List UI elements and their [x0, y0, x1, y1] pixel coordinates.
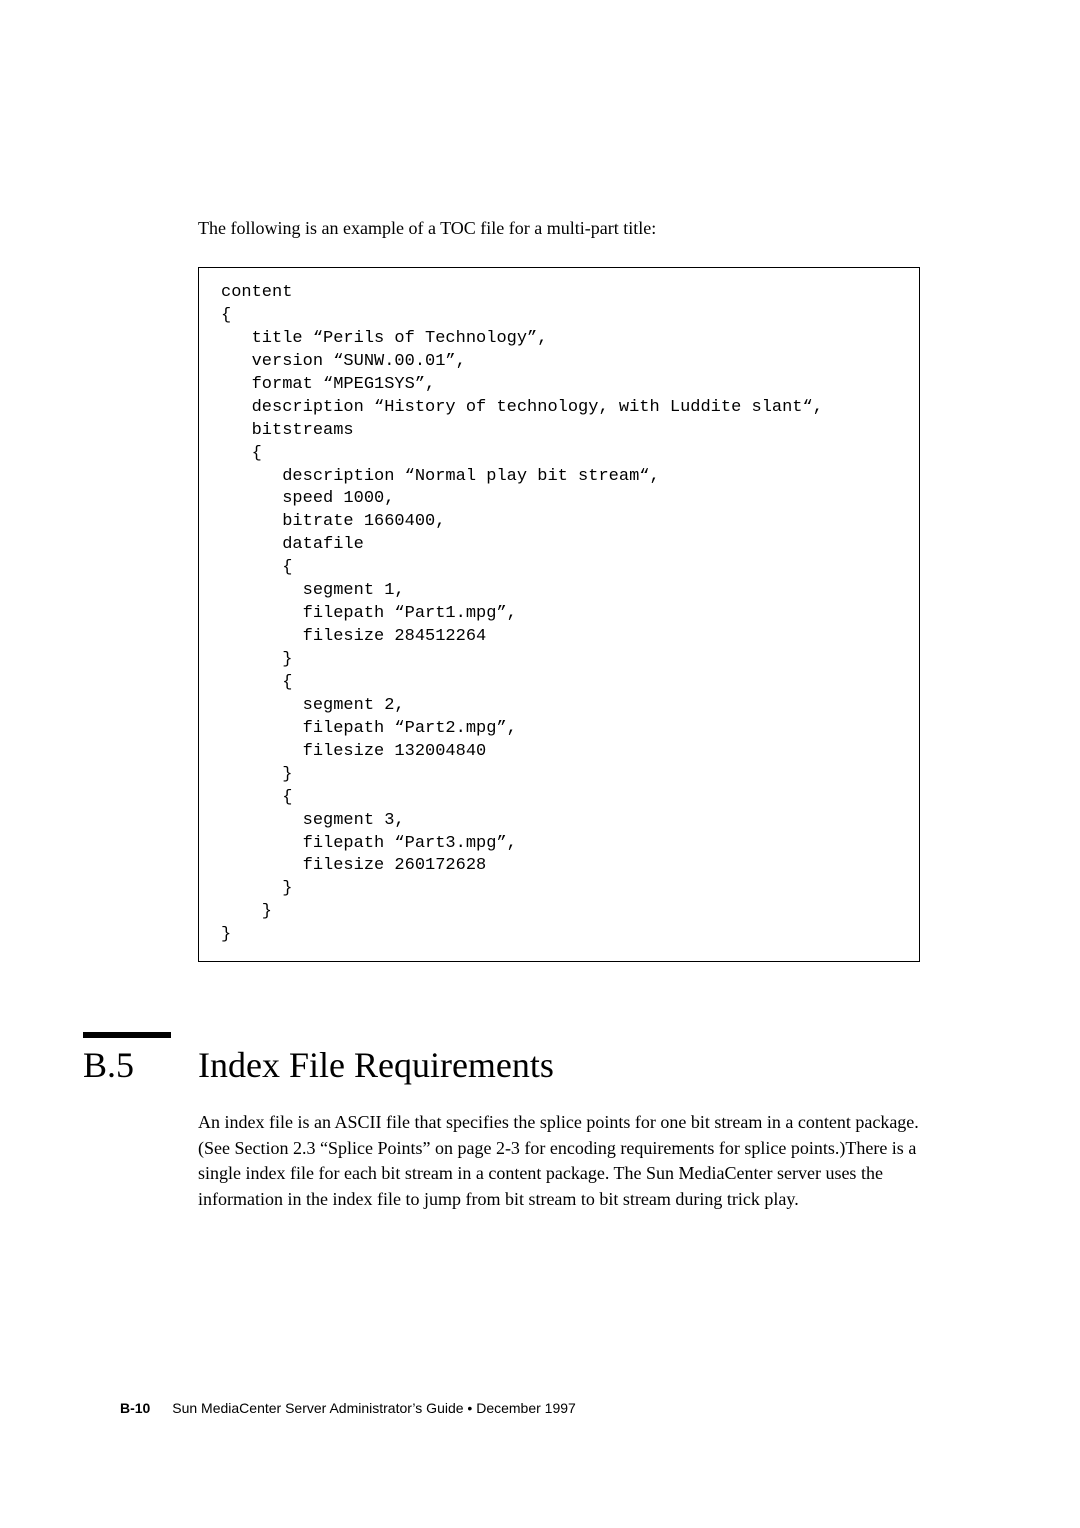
- section-body: An index file is an ASCII file that spec…: [198, 1110, 938, 1212]
- page-footer: B-10 Sun MediaCenter Server Administrato…: [120, 1400, 576, 1416]
- section-number: B.5: [83, 1044, 198, 1086]
- page-number: B-10: [120, 1400, 150, 1416]
- section-heading: B.5 Index File Requirements: [83, 1044, 960, 1086]
- section-title: Index File Requirements: [198, 1044, 554, 1086]
- code-example-box: content { title “Perils of Technology”, …: [198, 267, 920, 962]
- code-example: content { title “Perils of Technology”, …: [221, 282, 897, 947]
- section-rule: [83, 1032, 171, 1038]
- footer-text: Sun MediaCenter Server Administrator’s G…: [172, 1400, 576, 1416]
- intro-text: The following is an example of a TOC fil…: [198, 218, 960, 239]
